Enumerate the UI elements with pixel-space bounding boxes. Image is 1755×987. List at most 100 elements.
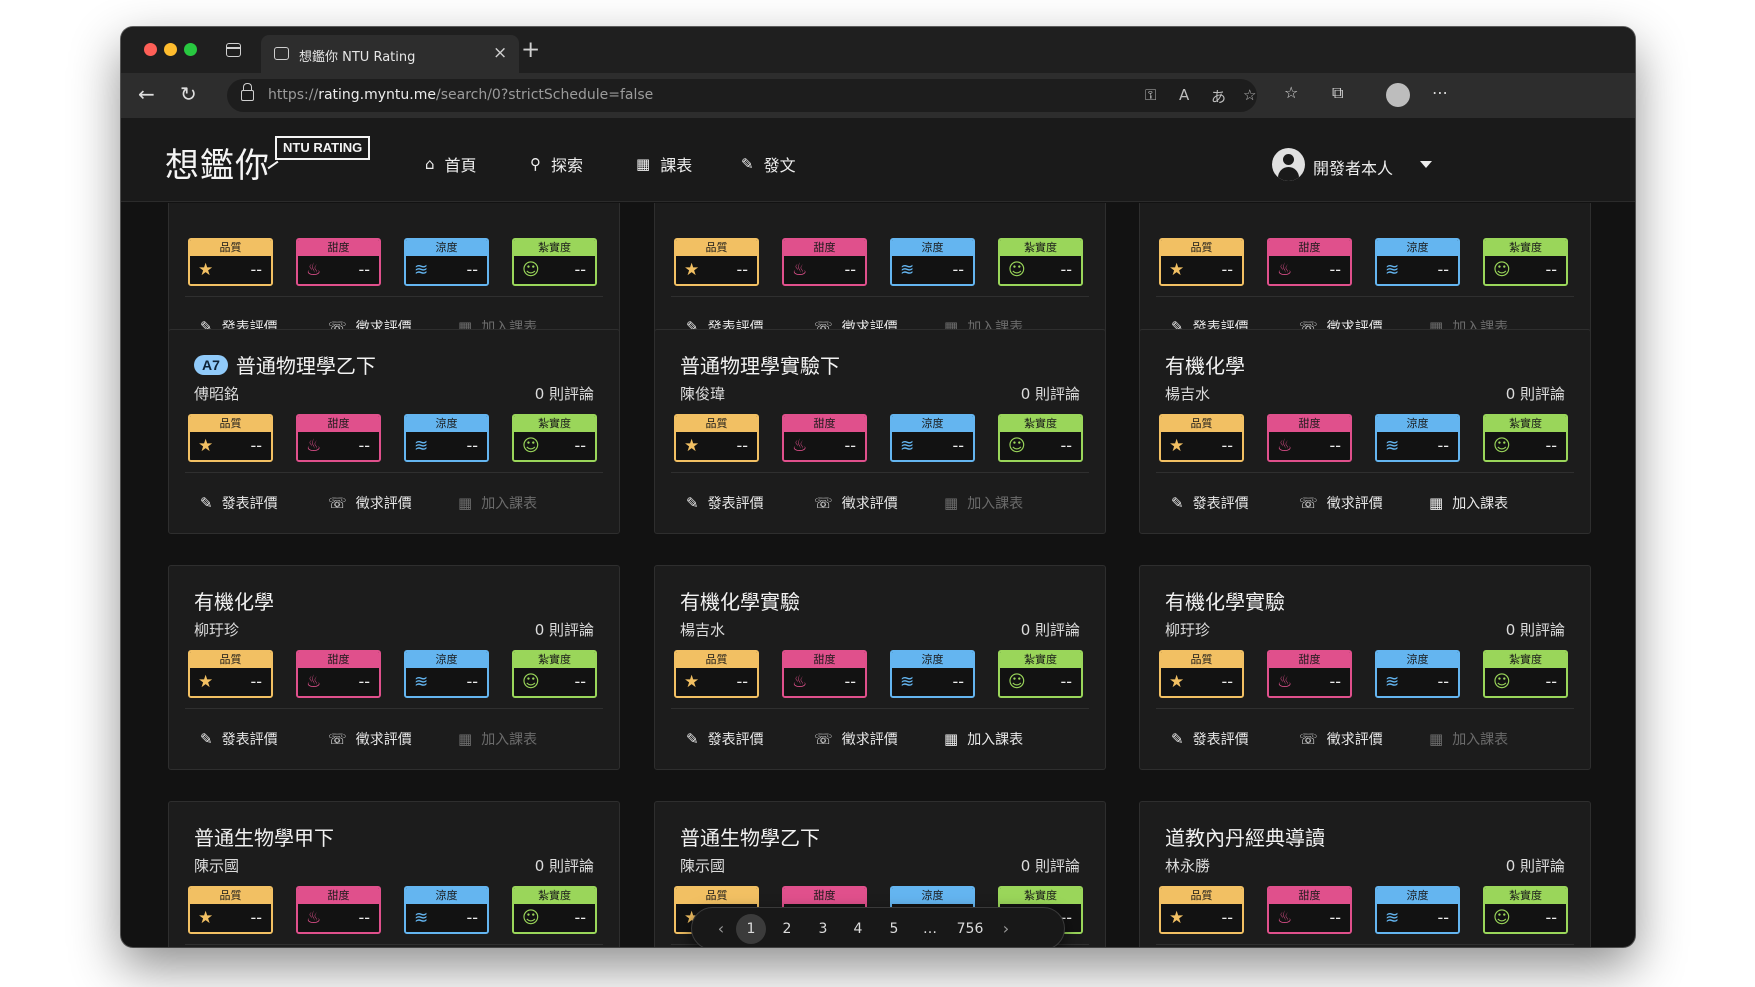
course-card[interactable]: 普通生物學甲下陳示國0 則評論品質★--甜度♨--涼度≋--紮實度☺--✎發表評… [168,801,620,947]
metric-value: -- [736,436,748,455]
course-name[interactable]: 普通物理學實驗下 [680,350,840,379]
metric-label: 紮實度 [1485,416,1566,432]
metric-value: -- [574,436,586,455]
action-label: 徵求評價 [355,496,412,512]
user-menu-caret-icon[interactable] [1420,161,1432,168]
phone-request-icon: ☏ [1299,730,1318,748]
metric-value: -- [466,260,478,279]
add-to-schedule-button[interactable]: ▦ 加入課表 [1429,493,1508,513]
address-bar[interactable]: https://rating.myntu.me/search/0?strictS… [227,79,1257,112]
course-card[interactable]: 道教內丹經典導讀林永勝0 則評論品質★--甜度♨--涼度≋--紮實度☺--✎發表… [1139,801,1591,947]
post-review-button[interactable]: ✎ 發表評價 [200,493,278,513]
page-button[interactable]: 756 [952,914,988,944]
review-count: 0 則評論 [534,857,594,875]
course-name[interactable]: 普通物理學乙下 [236,350,376,379]
metric-value: -- [1545,260,1557,279]
browser-window: 想鑑你 NTU Rating × + ← ↻ https://rating.my… [121,27,1635,947]
request-review-button[interactable]: ☏ 徵求評價 [1299,493,1383,513]
tab-close-icon[interactable]: × [493,43,507,63]
page-button[interactable]: 5 [879,914,909,944]
course-name[interactable]: 普通生物學甲下 [194,822,334,851]
page-button[interactable]: 3 [808,914,838,944]
pencil-icon: ✎ [200,494,213,512]
page-button[interactable]: 1 [736,914,766,944]
course-card[interactable]: 有機化學 楊吉水 0 則評論 品質 ★ -- 甜度 ♨ -- 涼度 ≋ -- 紮實度 ☺ -- ✎ 發表評價 ☏ 徵… [1139,329,1591,534]
sweetness-metric: 甜度 ♨ -- [782,650,867,698]
pencil-icon: ✎ [1171,494,1184,512]
post-review-button[interactable]: ✎ 發表評價 [1171,493,1249,513]
collections-icon[interactable]: ⧉ [1332,83,1343,103]
url-text[interactable]: https://rating.myntu.me/search/0?strictS… [268,87,653,103]
course-card[interactable]: A7 普通物理學乙下 傅昭銘 0 則評論 品質 ★ -- 甜度 ♨ -- 涼度 ≋ -- 紮實度 ☺ -- ✎ 發… [168,329,620,534]
search-icon: ⚲ [530,155,541,173]
profile-avatar[interactable] [1386,83,1410,107]
solidness-metric: 紮實度 ☺ -- [1483,414,1568,462]
user-avatar[interactable] [1272,148,1305,181]
nav-post[interactable]: ✎ 發文 [741,152,796,176]
browser-tab[interactable]: 想鑑你 NTU Rating × [261,35,519,73]
course-name[interactable]: 道教內丹經典導讀 [1165,822,1325,851]
quality-metric: 品質 ★ -- [1159,650,1244,698]
cupcake-icon: ♨ [306,436,322,456]
course-card[interactable]: 有機化學 柳玗珍 0 則評論 品質 ★ -- 甜度 ♨ -- 涼度 ≋ -- 紮實度 ☺ -- ✎ 發表評價 ☏ 徵… [168,565,620,770]
request-review-button[interactable]: ☏ 徵求評價 [814,729,898,749]
tab-sidebar-icon[interactable] [226,43,241,57]
phone-request-icon: ☏ [328,494,347,512]
metric-value: -- [1329,672,1341,691]
user-name[interactable]: 開發者本人 [1313,155,1393,179]
course-card[interactable]: 有機化學實驗 柳玗珍 0 則評論 品質 ★ -- 甜度 ♨ -- 涼度 ≋ -- 紮實度 ☺ -- ✎ 發表評價… [1139,565,1591,770]
post-review-button[interactable]: ✎ 發表評價 [200,729,278,749]
back-icon[interactable]: ← [138,82,155,106]
pencil-icon: ✎ [1171,730,1184,748]
metric-value: -- [574,672,586,691]
minimize-window-button[interactable] [164,43,177,56]
course-name[interactable]: 有機化學 [194,586,274,615]
close-window-button[interactable] [144,43,157,56]
nav-explore[interactable]: ⚲ 探索 [530,152,583,176]
course-name[interactable]: 普通生物學乙下 [680,822,820,851]
nav-home[interactable]: ⌂ 首頁 [425,152,477,176]
page-button[interactable]: 4 [843,914,873,944]
post-review-button[interactable]: ✎ 發表評價 [686,493,764,513]
sweetness-metric: 甜度 ♨ -- [782,238,867,286]
metric-label: 紮實度 [1000,888,1081,904]
course-name[interactable]: 有機化學實驗 [680,586,800,615]
course-name[interactable]: 有機化學 [1165,350,1245,379]
next-page-button[interactable]: › [991,914,1021,944]
request-review-button[interactable]: ☏ 徵求評價 [814,493,898,513]
read-aloud-icon[interactable]: A [1179,86,1189,104]
key-icon[interactable]: ⚿ [1145,86,1156,104]
add-to-schedule-button[interactable]: ▦ 加入課表 [944,729,1023,749]
add-to-schedule-button[interactable]: ▦ 加入課表 [1429,729,1508,749]
sweetness-metric: 甜度 ♨ -- [296,414,381,462]
tab-title: 想鑑你 NTU Rating [299,50,416,65]
metric-value: -- [250,260,262,279]
new-tab-button[interactable]: + [521,37,540,63]
star-icon: ★ [1169,260,1185,280]
request-review-button[interactable]: ☏ 徵求評價 [328,493,412,513]
maximize-window-button[interactable] [184,43,197,56]
favorites-icon[interactable]: ☆ [1284,83,1298,102]
course-card[interactable]: 普通物理學實驗下 陳俊瑋 0 則評論 品質 ★ -- 甜度 ♨ -- 涼度 ≋ -- 紮實度 ☺ -- ✎ 發表… [654,329,1106,534]
translate-icon[interactable]: あ [1211,86,1226,107]
course-card[interactable]: 有機化學實驗 楊吉水 0 則評論 品質 ★ -- 甜度 ♨ -- 涼度 ≋ -- 紮實度 ☺ -- ✎ 發表評價… [654,565,1106,770]
site-logo[interactable]: 想鑑你 [165,138,270,187]
request-review-button[interactable]: ☏ 徵求評價 [1299,729,1383,749]
metric-label: 涼度 [406,652,487,668]
page-button[interactable]: 2 [772,914,802,944]
metric-label: 品質 [676,888,757,904]
request-review-button[interactable]: ☏ 徵求評價 [328,729,412,749]
metric-label: 紮實度 [514,888,595,904]
reload-icon[interactable]: ↻ [180,82,197,106]
add-to-schedule-button[interactable]: ▦ 加入課表 [944,493,1023,513]
prev-page-button[interactable]: ‹ [706,914,736,944]
post-review-button[interactable]: ✎ 發表評價 [1171,729,1249,749]
more-icon[interactable]: ⋯ [1432,83,1448,102]
course-name[interactable]: 有機化學實驗 [1165,586,1285,615]
add-favorite-icon[interactable]: ☆ [1243,86,1256,104]
add-to-schedule-button[interactable]: ▦ 加入課表 [458,493,537,513]
nav-schedule[interactable]: ▦ 課表 [636,152,692,176]
add-to-schedule-button[interactable]: ▦ 加入課表 [458,729,537,749]
post-review-button[interactable]: ✎ 發表評價 [686,729,764,749]
robot-icon: ☺ [1493,260,1511,280]
